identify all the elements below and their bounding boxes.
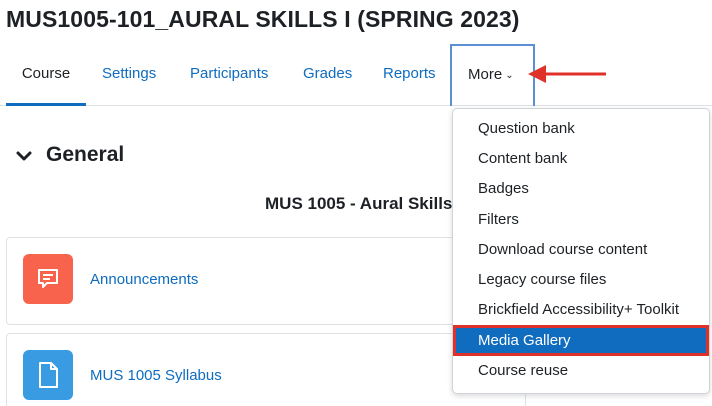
activity-link-syllabus[interactable]: MUS 1005 Syllabus	[90, 367, 222, 384]
activity-card: MUS 1005 Syllabus	[6, 333, 526, 406]
menu-item-download-course-content[interactable]: Download course content	[453, 235, 709, 265]
more-dropdown-menu: Question bank Content bank Badges Filter…	[452, 108, 710, 394]
tab-course[interactable]: Course	[6, 44, 86, 106]
forum-icon	[23, 254, 73, 304]
menu-item-media-gallery[interactable]: Media Gallery	[453, 325, 709, 356]
menu-item-legacy-course-files[interactable]: Legacy course files	[453, 265, 709, 295]
tab-settings[interactable]: Settings	[102, 44, 156, 106]
tab-more[interactable]: More ⌄	[450, 44, 535, 106]
file-icon	[23, 350, 73, 400]
course-summary-title: MUS 1005 - Aural Skills I	[265, 194, 455, 213]
tab-reports[interactable]: Reports	[383, 44, 436, 106]
tab-grades[interactable]: Grades	[303, 44, 352, 106]
red-arrow-annotation	[528, 65, 606, 83]
section-title: General	[46, 143, 125, 166]
menu-item-badges[interactable]: Badges	[453, 174, 709, 204]
chevron-down-icon: ⌄	[505, 70, 514, 81]
activity-card: Announcements	[6, 237, 526, 325]
menu-item-content-bank[interactable]: Content bank	[453, 144, 709, 174]
menu-item-course-reuse[interactable]: Course reuse	[453, 356, 709, 386]
more-label: More	[468, 66, 503, 83]
tab-participants[interactable]: Participants	[190, 44, 268, 106]
menu-item-question-bank[interactable]: Question bank	[453, 114, 709, 144]
menu-item-brickfield-toolkit[interactable]: Brickfield Accessibility+ Toolkit	[453, 295, 709, 325]
page-title: MUS1005-101_AURAL SKILLS I (SPRING 2023)	[6, 6, 520, 32]
activity-link-announcements[interactable]: Announcements	[90, 271, 198, 288]
chevron-down-icon[interactable]	[14, 146, 34, 166]
menu-item-filters[interactable]: Filters	[453, 205, 709, 235]
